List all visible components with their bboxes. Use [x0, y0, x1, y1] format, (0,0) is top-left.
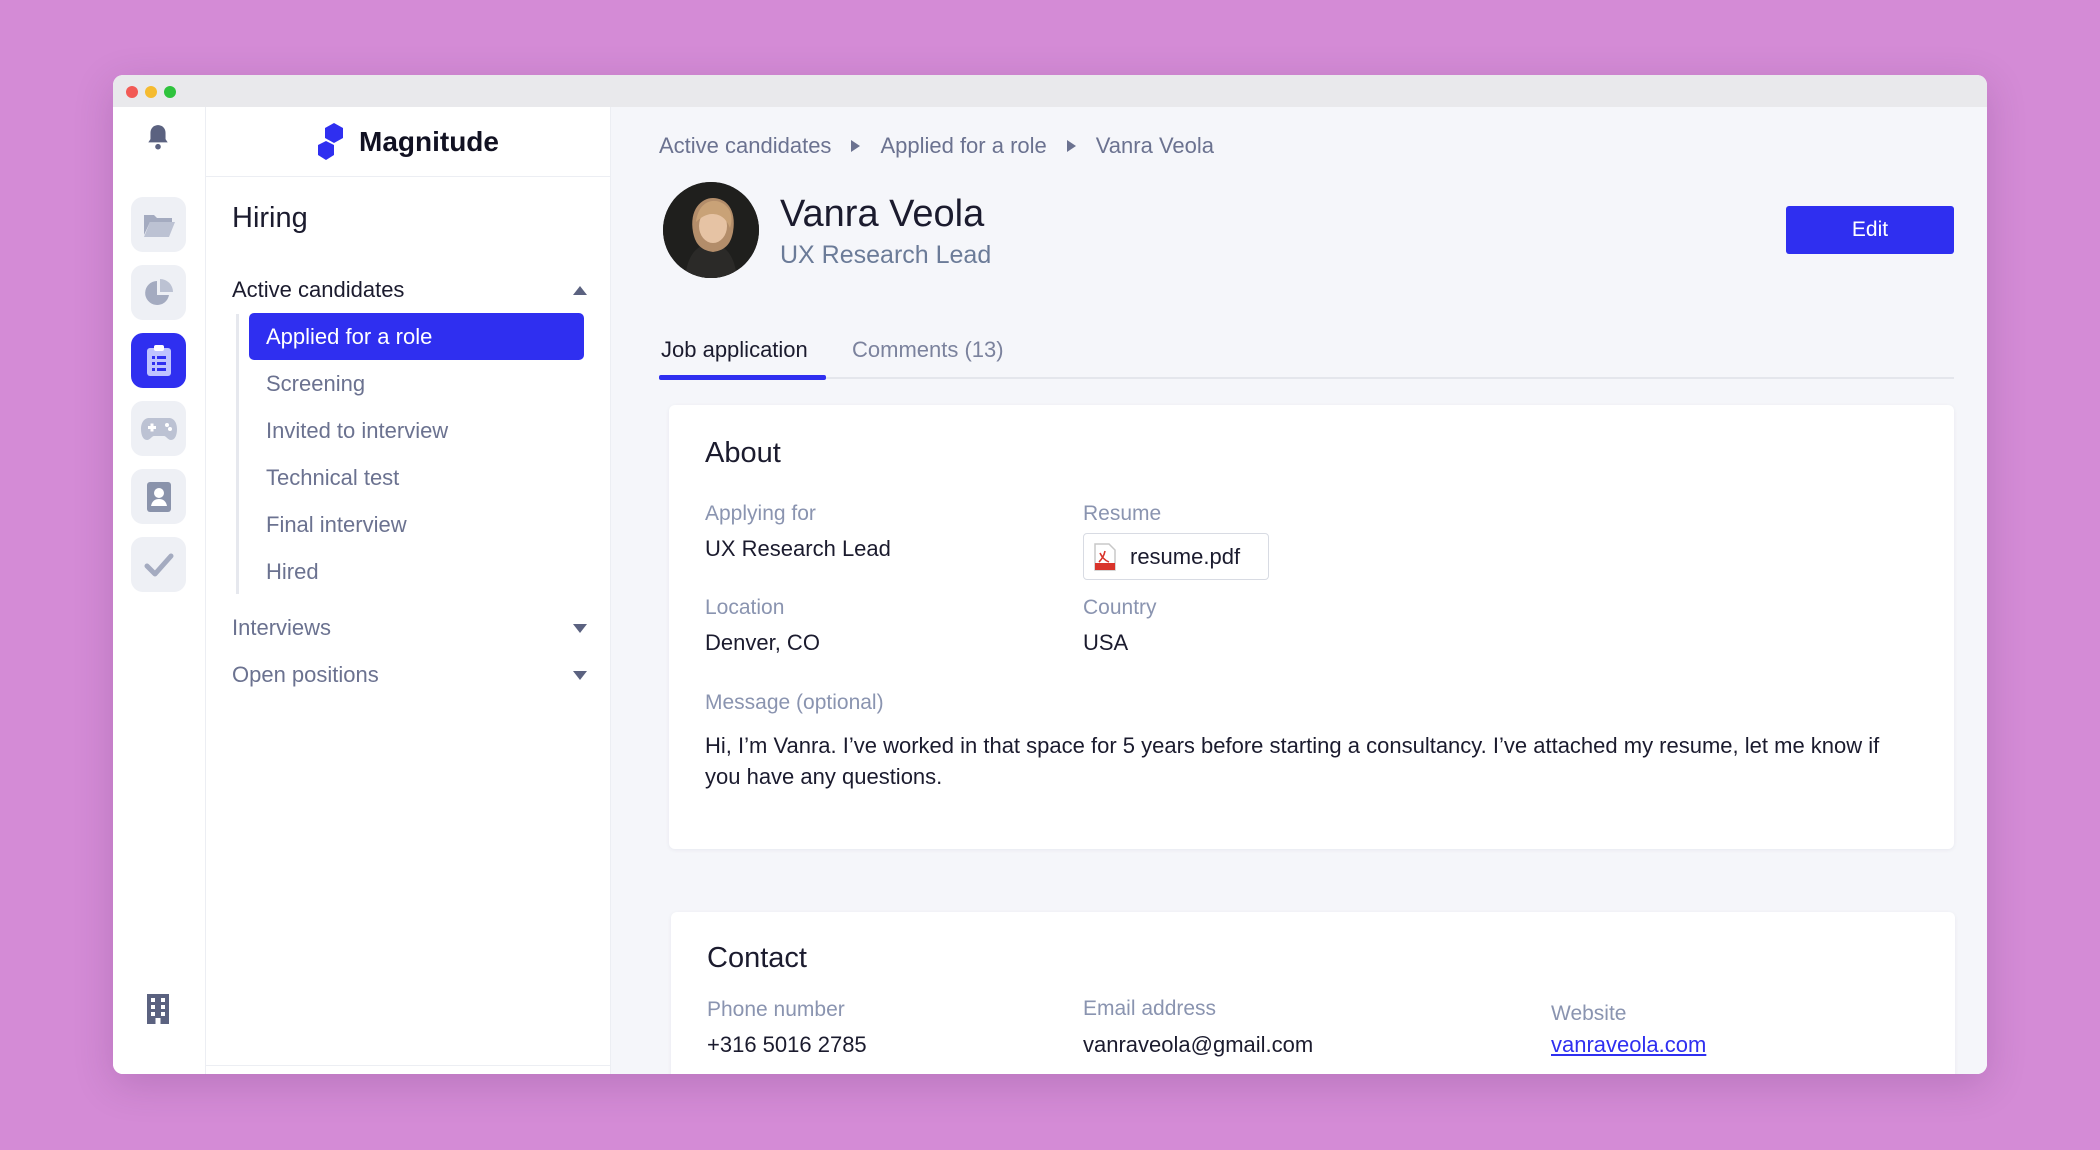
- resume-label: Resume: [1083, 502, 1162, 525]
- nav-section-label: Open positions: [232, 662, 379, 687]
- secondary-nav: Magnitude Hiring Active candidates Appli…: [206, 107, 611, 1074]
- rail-tasks-button[interactable]: [131, 537, 186, 592]
- rail-analytics-button[interactable]: [131, 265, 186, 320]
- phone-value: +316 5016 2785: [707, 1032, 867, 1057]
- location-label: Location: [705, 596, 785, 619]
- breadcrumb-separator-icon: [851, 140, 861, 152]
- nav-item-final-interview[interactable]: Final interview: [249, 501, 584, 548]
- candidate-role: UX Research Lead: [780, 241, 992, 269]
- building-icon: [147, 994, 169, 1024]
- nav-item-label: Technical test: [266, 464, 400, 490]
- main-content: Active candidates Applied for a role Van…: [611, 107, 1987, 1074]
- tab-label: Job application: [661, 337, 808, 362]
- rail-games-button[interactable]: [131, 401, 186, 456]
- contact-title: Contact: [707, 942, 807, 974]
- contact-card: Contact Phone number +316 5016 2785 Emai…: [671, 912, 1955, 1074]
- about-card: About Applying for UX Research Lead Resu…: [669, 405, 1954, 849]
- nav-section-interviews[interactable]: Interviews: [232, 615, 587, 641]
- magnitude-logo-icon: [318, 122, 343, 160]
- location-value: Denver, CO: [705, 630, 820, 655]
- brand-header: Magnitude: [206, 107, 610, 177]
- pie-chart-icon: [144, 278, 173, 305]
- nav-item-technical-test[interactable]: Technical test: [249, 454, 584, 501]
- window-titlebar: [113, 75, 1987, 107]
- icon-rail: [113, 107, 206, 1074]
- email-value: vanraveola@gmail.com: [1083, 1032, 1314, 1057]
- folder-icon: [143, 214, 175, 237]
- brand-name: Magnitude: [359, 125, 499, 157]
- nav-item-label: Screening: [266, 370, 366, 396]
- chevron-down-icon: [573, 670, 587, 680]
- nav-item-invited-to-interview[interactable]: Invited to interview: [249, 407, 584, 454]
- chevron-up-icon: [573, 285, 587, 295]
- notifications-button[interactable]: [133, 112, 183, 162]
- rail-hiring-button[interactable]: [131, 333, 186, 388]
- nav-section-active-candidates[interactable]: Active candidates: [232, 277, 587, 303]
- pdf-file-icon: [1094, 542, 1116, 571]
- nav-item-hired[interactable]: Hired: [249, 548, 584, 595]
- nav-section-label: Interviews: [232, 615, 332, 640]
- phone-label: Phone number: [707, 998, 845, 1021]
- edit-button[interactable]: Edit: [1786, 206, 1954, 254]
- about-title: About: [705, 437, 781, 469]
- nav-item-label: Final interview: [266, 511, 407, 537]
- maximize-window-button[interactable]: [164, 86, 176, 98]
- breadcrumb: Active candidates Applied for a role Van…: [659, 133, 1214, 159]
- tab-job-application[interactable]: Job application: [661, 337, 808, 363]
- active-tab-indicator: [659, 375, 826, 380]
- breadcrumb-item-applied-for-a-role[interactable]: Applied for a role: [880, 133, 1046, 159]
- candidate-avatar: [663, 182, 759, 278]
- clipboard-icon: [146, 344, 171, 376]
- subnav-guide-line: [236, 314, 239, 594]
- nav-item-label: Invited to interview: [266, 417, 449, 443]
- rail-folder-button[interactable]: [131, 197, 186, 252]
- company-button[interactable]: [133, 984, 183, 1034]
- website-link[interactable]: vanraveola.com: [1551, 1032, 1706, 1058]
- rail-contacts-button[interactable]: [131, 469, 186, 524]
- tab-comments[interactable]: Comments (13): [852, 337, 1004, 363]
- message-value: Hi, I’m Vanra. I’ve worked in that space…: [705, 733, 1880, 789]
- nav-item-applied-for-a-role[interactable]: Applied for a role: [249, 313, 584, 360]
- contact-book-icon: [146, 481, 171, 512]
- tab-bar: Job application Comments (13): [659, 327, 1954, 380]
- candidate-name: Vanra Veola: [780, 193, 985, 235]
- applying-for-value: UX Research Lead: [705, 536, 891, 561]
- nav-item-label: Applied for a role: [266, 323, 433, 349]
- country-label: Country: [1083, 596, 1157, 619]
- resume-file-name: resume.pdf: [1130, 543, 1241, 569]
- minimize-window-button[interactable]: [145, 86, 157, 98]
- nav-section-label: Active candidates: [232, 277, 405, 302]
- nav-divider: [206, 1065, 610, 1066]
- bell-icon: [148, 125, 168, 150]
- nav-title: Hiring: [232, 202, 308, 234]
- chevron-down-icon: [573, 623, 587, 633]
- nav-item-label: Hired: [266, 558, 319, 584]
- email-label: Email address: [1083, 997, 1217, 1020]
- breadcrumb-item-current: Vanra Veola: [1095, 133, 1215, 158]
- gamepad-icon: [140, 417, 177, 440]
- close-window-button[interactable]: [126, 86, 138, 98]
- applying-for-label: Applying for: [705, 502, 816, 525]
- nav-item-screening[interactable]: Screening: [249, 360, 584, 407]
- breadcrumb-item-active-candidates[interactable]: Active candidates: [659, 133, 831, 159]
- breadcrumb-separator-icon: [1066, 140, 1076, 152]
- country-value: USA: [1083, 630, 1129, 655]
- app-window: Magnitude Hiring Active candidates Appli…: [113, 75, 1987, 1074]
- website-label: Website: [1551, 1002, 1627, 1025]
- tab-label: Comments (13): [852, 337, 1004, 362]
- check-icon: [144, 553, 173, 576]
- message-label: Message (optional): [705, 691, 884, 714]
- nav-section-open-positions[interactable]: Open positions: [232, 662, 587, 688]
- resume-file-chip[interactable]: resume.pdf: [1083, 533, 1269, 580]
